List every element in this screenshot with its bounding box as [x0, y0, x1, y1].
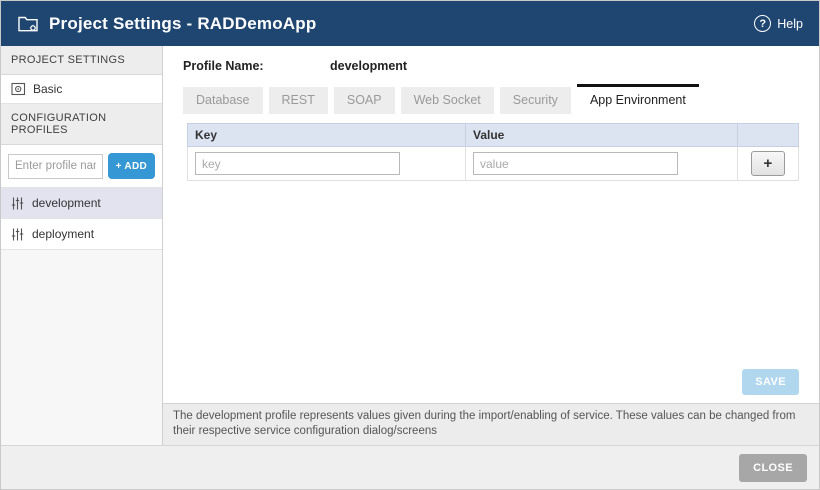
add-row-button[interactable]: + [751, 151, 785, 176]
sidebar: PROJECT SETTINGS Basic CONFIGURATION PRO… [1, 46, 163, 445]
app-environment-panel: Key Value [163, 114, 819, 403]
section-header-project-settings: PROJECT SETTINGS [1, 46, 162, 75]
profile-item-label: deployment [32, 227, 94, 241]
profile-item-deployment[interactable]: deployment [1, 219, 162, 250]
bottom-bar: CLOSE [1, 445, 819, 489]
section-header-configuration-profiles: CONFIGURATION PROFILES [1, 104, 162, 145]
title-bar: Project Settings - RADDemoApp ? Help [1, 1, 819, 46]
info-bar: The development profile represents value… [163, 403, 819, 445]
tab-web-socket[interactable]: Web Socket [401, 87, 494, 114]
tab-bar: Database REST SOAP Web Socket Security A… [163, 86, 819, 114]
profile-item-development[interactable]: development [1, 188, 162, 219]
folder-gear-icon [17, 14, 39, 33]
column-header-key: Key [188, 124, 466, 147]
add-profile-button[interactable]: + ADD [108, 153, 155, 179]
help-button[interactable]: ? Help [754, 15, 803, 32]
sidebar-item-basic-label: Basic [33, 82, 62, 96]
question-mark-icon: ? [754, 15, 771, 32]
project-settings-dialog: Project Settings - RADDemoApp ? Help PRO… [0, 0, 820, 490]
key-value-table: Key Value [187, 123, 799, 181]
profile-name-label: Profile Name: [183, 59, 330, 73]
tab-app-environment[interactable]: App Environment [577, 84, 699, 114]
window-gear-icon [11, 82, 26, 96]
sidebar-item-basic[interactable]: Basic [1, 75, 162, 104]
tab-rest[interactable]: REST [269, 87, 328, 114]
tab-security[interactable]: Security [500, 87, 571, 114]
key-input[interactable] [195, 152, 400, 175]
value-input[interactable] [473, 152, 678, 175]
column-header-actions [737, 124, 798, 147]
save-button[interactable]: SAVE [742, 369, 799, 395]
table-header-row: Key Value [188, 124, 799, 147]
profile-item-label: development [32, 196, 101, 210]
close-button[interactable]: CLOSE [739, 454, 807, 482]
main-panel: Profile Name: development Database REST … [163, 46, 819, 445]
profile-name-row: Profile Name: development [163, 46, 819, 86]
help-button-label: Help [777, 17, 803, 31]
sliders-icon [11, 228, 24, 241]
sidebar-filler [1, 250, 162, 445]
tab-soap[interactable]: SOAP [334, 87, 395, 114]
profile-name-value: development [330, 59, 407, 73]
profile-name-input[interactable] [8, 154, 103, 179]
sliders-icon [11, 197, 24, 210]
dialog-title: Project Settings - RADDemoApp [49, 14, 316, 34]
table-row: + [188, 147, 799, 181]
tab-database[interactable]: Database [183, 87, 263, 114]
column-header-value: Value [466, 124, 738, 147]
add-profile-row: + ADD [1, 145, 162, 188]
